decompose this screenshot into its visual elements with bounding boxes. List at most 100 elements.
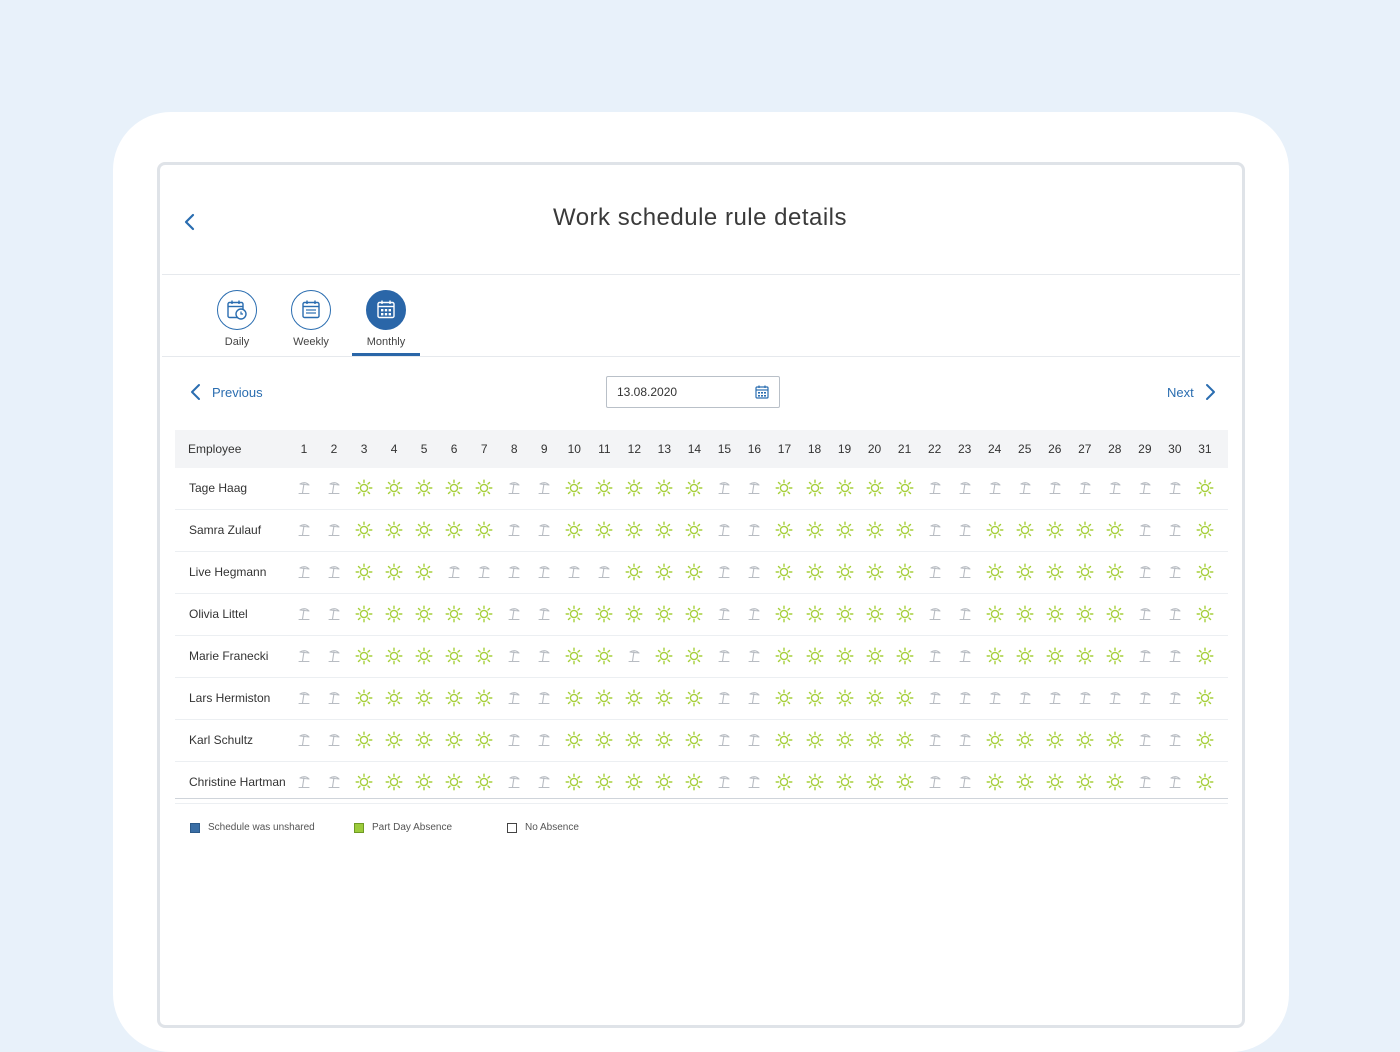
sun-icon[interactable] (624, 772, 644, 792)
beach-umbrella-icon[interactable] (955, 646, 975, 666)
sun-icon[interactable] (1015, 604, 1035, 624)
sun-icon[interactable] (594, 688, 614, 708)
beach-umbrella-icon[interactable] (1165, 478, 1185, 498)
sun-icon[interactable] (1075, 562, 1095, 582)
sun-icon[interactable] (624, 604, 644, 624)
beach-umbrella-icon[interactable] (985, 478, 1005, 498)
beach-umbrella-icon[interactable] (1165, 604, 1185, 624)
sun-icon[interactable] (444, 730, 464, 750)
sun-icon[interactable] (684, 520, 704, 540)
beach-umbrella-icon[interactable] (925, 646, 945, 666)
beach-umbrella-icon[interactable] (534, 562, 554, 582)
sun-icon[interactable] (384, 478, 404, 498)
sun-icon[interactable] (1015, 646, 1035, 666)
beach-umbrella-icon[interactable] (504, 562, 524, 582)
tab-monthly[interactable]: Monthly (356, 290, 416, 348)
beach-umbrella-icon[interactable] (294, 772, 314, 792)
beach-umbrella-icon[interactable] (1075, 478, 1095, 498)
sun-icon[interactable] (865, 604, 885, 624)
sun-icon[interactable] (564, 688, 584, 708)
sun-icon[interactable] (414, 478, 434, 498)
sun-icon[interactable] (985, 562, 1005, 582)
beach-umbrella-icon[interactable] (294, 604, 314, 624)
sun-icon[interactable] (865, 688, 885, 708)
sun-icon[interactable] (654, 562, 674, 582)
sun-icon[interactable] (564, 520, 584, 540)
sun-icon[interactable] (594, 478, 614, 498)
sun-icon[interactable] (1045, 604, 1065, 624)
sun-icon[interactable] (384, 520, 404, 540)
sun-icon[interactable] (865, 646, 885, 666)
sun-icon[interactable] (444, 646, 464, 666)
sun-icon[interactable] (354, 730, 374, 750)
sun-icon[interactable] (414, 520, 434, 540)
beach-umbrella-icon[interactable] (744, 520, 764, 540)
beach-umbrella-icon[interactable] (294, 646, 314, 666)
sun-icon[interactable] (474, 688, 494, 708)
beach-umbrella-icon[interactable] (534, 646, 554, 666)
sun-icon[interactable] (985, 730, 1005, 750)
beach-umbrella-icon[interactable] (564, 562, 584, 582)
beach-umbrella-icon[interactable] (1075, 688, 1095, 708)
beach-umbrella-icon[interactable] (714, 730, 734, 750)
sun-icon[interactable] (654, 604, 674, 624)
sun-icon[interactable] (624, 478, 644, 498)
sun-icon[interactable] (805, 478, 825, 498)
beach-umbrella-icon[interactable] (1135, 646, 1155, 666)
sun-icon[interactable] (654, 478, 674, 498)
sun-icon[interactable] (985, 604, 1005, 624)
beach-umbrella-icon[interactable] (534, 520, 554, 540)
beach-umbrella-icon[interactable] (714, 604, 734, 624)
beach-umbrella-icon[interactable] (504, 604, 524, 624)
beach-umbrella-icon[interactable] (1135, 688, 1155, 708)
sun-icon[interactable] (444, 772, 464, 792)
sun-icon[interactable] (474, 646, 494, 666)
beach-umbrella-icon[interactable] (955, 562, 975, 582)
beach-umbrella-icon[interactable] (925, 478, 945, 498)
sun-icon[interactable] (564, 646, 584, 666)
beach-umbrella-icon[interactable] (744, 562, 764, 582)
sun-icon[interactable] (835, 688, 855, 708)
beach-umbrella-icon[interactable] (534, 478, 554, 498)
beach-umbrella-icon[interactable] (1045, 688, 1065, 708)
next-button[interactable]: Next (1167, 382, 1218, 402)
tab-daily[interactable]: Daily (207, 290, 267, 348)
sun-icon[interactable] (354, 646, 374, 666)
sun-icon[interactable] (354, 478, 374, 498)
sun-icon[interactable] (474, 730, 494, 750)
sun-icon[interactable] (805, 730, 825, 750)
beach-umbrella-icon[interactable] (1165, 520, 1185, 540)
sun-icon[interactable] (444, 520, 464, 540)
sun-icon[interactable] (384, 688, 404, 708)
sun-icon[interactable] (774, 730, 794, 750)
sun-icon[interactable] (774, 646, 794, 666)
beach-umbrella-icon[interactable] (714, 772, 734, 792)
beach-umbrella-icon[interactable] (534, 730, 554, 750)
sun-icon[interactable] (774, 478, 794, 498)
beach-umbrella-icon[interactable] (714, 562, 734, 582)
sun-icon[interactable] (895, 562, 915, 582)
sun-icon[interactable] (1015, 520, 1035, 540)
beach-umbrella-icon[interactable] (744, 730, 764, 750)
beach-umbrella-icon[interactable] (1015, 688, 1035, 708)
beach-umbrella-icon[interactable] (504, 478, 524, 498)
sun-icon[interactable] (354, 604, 374, 624)
beach-umbrella-icon[interactable] (534, 688, 554, 708)
sun-icon[interactable] (895, 730, 915, 750)
sun-icon[interactable] (594, 772, 614, 792)
beach-umbrella-icon[interactable] (985, 688, 1005, 708)
sun-icon[interactable] (805, 772, 825, 792)
sun-icon[interactable] (865, 478, 885, 498)
beach-umbrella-icon[interactable] (714, 478, 734, 498)
beach-umbrella-icon[interactable] (955, 772, 975, 792)
sun-icon[interactable] (1105, 730, 1125, 750)
sun-icon[interactable] (354, 520, 374, 540)
sun-icon[interactable] (354, 772, 374, 792)
beach-umbrella-icon[interactable] (294, 562, 314, 582)
beach-umbrella-icon[interactable] (955, 730, 975, 750)
beach-umbrella-icon[interactable] (1165, 730, 1185, 750)
sun-icon[interactable] (1045, 562, 1065, 582)
beach-umbrella-icon[interactable] (324, 562, 344, 582)
sun-icon[interactable] (384, 730, 404, 750)
sun-icon[interactable] (414, 772, 434, 792)
